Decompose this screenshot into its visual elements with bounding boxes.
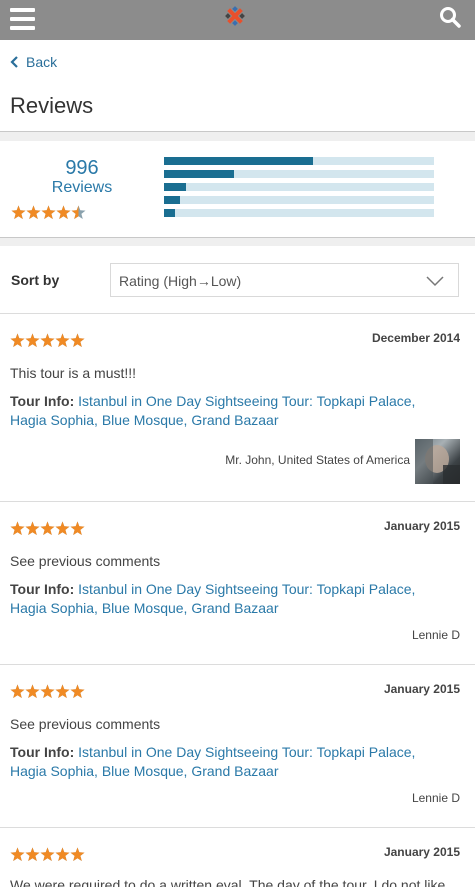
chevron-left-icon	[10, 56, 18, 68]
rating-bar-fill	[164, 183, 186, 191]
star-icon	[11, 205, 26, 219]
rating-bar-1-star[interactable]	[164, 209, 434, 217]
star-icon	[10, 333, 25, 347]
rating-bar-4-star[interactable]	[164, 170, 434, 178]
divider	[0, 237, 475, 238]
review-text: This tour is a must!!!	[10, 365, 137, 381]
search-icon[interactable]	[439, 6, 461, 28]
review-date: January 2015	[383, 682, 460, 696]
review-date: January 2015	[383, 845, 460, 859]
avatar	[415, 439, 460, 484]
star-icon	[25, 521, 40, 535]
review-text: We were required to do a written eval. T…	[10, 877, 446, 887]
star-icon	[70, 847, 85, 861]
star-icon	[40, 684, 55, 698]
star-icon	[10, 847, 25, 861]
review-author: Lennie D	[411, 791, 460, 805]
rating-bar-2-star[interactable]	[164, 196, 434, 204]
star-icon	[55, 521, 70, 535]
star-icon	[70, 333, 85, 347]
star-icon	[41, 205, 56, 219]
review-text: See previous comments	[10, 716, 161, 732]
review-date: January 2015	[383, 519, 460, 533]
rating-summary: 996 Reviews	[0, 141, 475, 237]
review-author: Mr. John, United States of America	[225, 453, 410, 467]
review-rating-stars	[10, 520, 86, 536]
hamburger-menu-icon[interactable]	[10, 8, 35, 30]
review-card: December 2014 This tour is a must!!! Tou…	[0, 314, 475, 501]
sort-selected-value: Rating (High→Low)	[119, 273, 242, 289]
review-card: January 2015 See previous comments Tour …	[0, 502, 475, 664]
review-count-label[interactable]: Reviews	[32, 179, 132, 197]
star-icon	[55, 847, 70, 861]
sort-row: Sort by Rating (High→Low)	[0, 248, 475, 312]
review-rating-stars	[10, 683, 86, 699]
star-icon	[25, 684, 40, 698]
chevron-down-icon	[426, 276, 444, 287]
section-spacer	[0, 132, 475, 141]
star-icon	[56, 205, 71, 219]
back-link[interactable]: Back	[10, 53, 57, 71]
rating-bar-fill	[164, 196, 181, 204]
star-icon	[55, 684, 70, 698]
review-author: Lennie D	[411, 628, 460, 642]
rating-bar-fill	[164, 209, 175, 217]
tour-info-label: Tour Info:	[10, 393, 75, 409]
review-card: January 2015 See previous comments Tour …	[0, 665, 475, 827]
star-icon	[25, 847, 40, 861]
top-bar	[0, 0, 475, 40]
tour-info: Tour Info: Istanbul in One Day Sightseei…	[10, 392, 440, 430]
page-title: Reviews	[10, 93, 94, 118]
star-icon	[40, 333, 55, 347]
star-icon	[10, 521, 25, 535]
star-icon	[40, 521, 55, 535]
average-rating-stars	[11, 204, 87, 220]
rating-bar-fill	[164, 157, 313, 165]
section-spacer	[0, 237, 475, 246]
sort-select[interactable]: Rating (High→Low)	[110, 263, 459, 297]
review-card: January 2015 We were required to do a wr…	[0, 828, 475, 887]
review-rating-stars	[10, 332, 86, 348]
review-date: December 2014	[371, 331, 460, 345]
rating-bar-fill	[164, 170, 235, 178]
rating-distribution	[164, 157, 434, 222]
review-rating-stars	[10, 846, 86, 862]
star-icon	[71, 205, 86, 219]
rating-bar-5-star[interactable]	[164, 157, 434, 165]
back-label: Back	[26, 54, 58, 70]
review-text: See previous comments	[10, 553, 161, 569]
review-count[interactable]: 996	[32, 157, 132, 180]
rating-bar-3-star[interactable]	[164, 183, 434, 191]
star-icon	[26, 205, 41, 219]
star-icon	[70, 521, 85, 535]
tour-info: Tour Info: Istanbul in One Day Sightseei…	[10, 580, 440, 618]
star-icon	[10, 684, 25, 698]
site-logo[interactable]	[224, 5, 246, 27]
tour-info-label: Tour Info:	[10, 581, 75, 597]
star-icon	[55, 333, 70, 347]
sort-label: Sort by	[11, 272, 60, 288]
star-icon	[25, 333, 40, 347]
tour-info-label: Tour Info:	[10, 744, 75, 760]
star-icon	[70, 684, 85, 698]
star-icon	[40, 847, 55, 861]
tour-info: Tour Info: Istanbul in One Day Sightseei…	[10, 743, 440, 781]
